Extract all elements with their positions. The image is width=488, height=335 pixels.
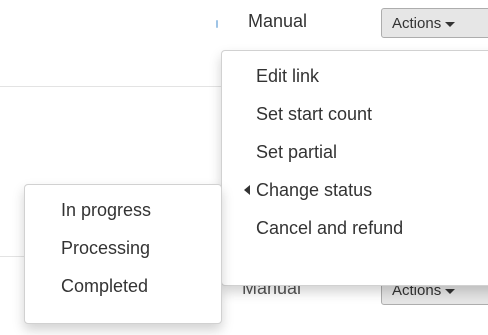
menu-item-label: Set start count [256, 103, 373, 124]
menu-item-label: Set partial [256, 141, 338, 162]
menu-item-edit-link[interactable]: Edit link [222, 57, 488, 95]
actions-button-label: Actions [392, 14, 442, 32]
caret-left-icon [244, 185, 250, 195]
menu-item-label: In progress [61, 199, 152, 220]
menu-item-label: Edit link [256, 65, 320, 86]
row-divider-1 [0, 86, 230, 87]
menu-item-label: Change status [256, 179, 373, 200]
menu-item-set-start-count[interactable]: Set start count [222, 95, 488, 133]
menu-item-cancel-and-refund[interactable]: Cancel and refund [222, 209, 488, 247]
actions-button[interactable]: Actions [381, 8, 488, 38]
caret-down-icon [445, 21, 456, 27]
mode-label: Manual [248, 11, 308, 31]
menu-item-label: Processing [61, 237, 151, 258]
actions-dropdown-menu: Edit link Set start count Set partial Ch… [221, 50, 488, 286]
indicator-mark [216, 20, 218, 28]
menu-item-label: Cancel and refund [256, 217, 404, 238]
status-item-processing[interactable]: Processing [25, 229, 221, 267]
menu-item-set-partial[interactable]: Set partial [222, 133, 488, 171]
menu-item-change-status[interactable]: Change status [222, 171, 488, 209]
caret-down-icon [445, 288, 456, 294]
status-item-in-progress[interactable]: In progress [25, 191, 221, 229]
status-item-completed[interactable]: Completed [25, 267, 221, 305]
status-submenu: In progress Processing Completed [24, 184, 222, 324]
menu-item-label: Completed [61, 275, 149, 296]
